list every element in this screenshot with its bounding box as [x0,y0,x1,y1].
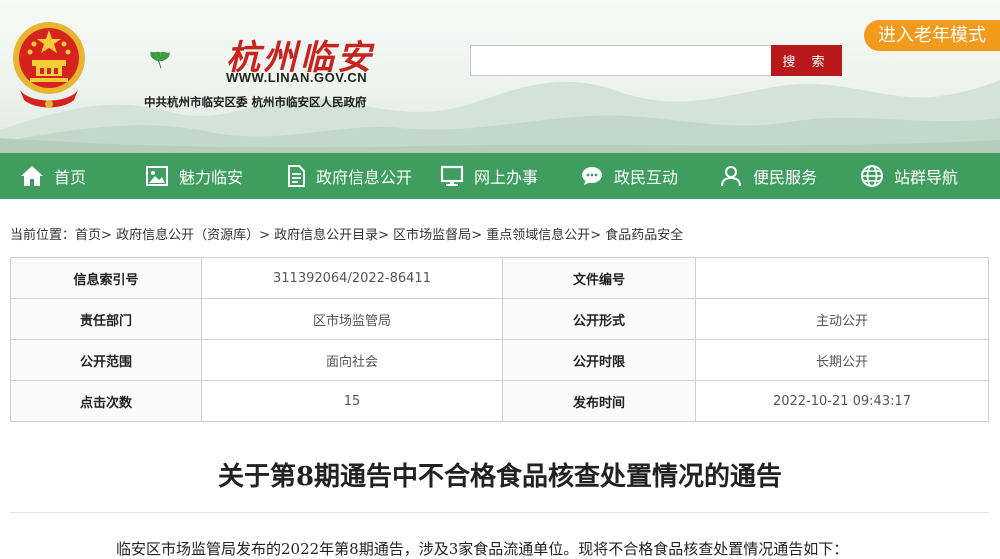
monitor-icon [440,165,464,186]
nav-item-label: 魅力临安 [179,168,244,187]
info-table: 信息索引号 311392064/2022-86411 文件编号 责任部门 区市场… [10,257,989,422]
info-key: 点击次数 [10,380,202,422]
info-value: 长期公开 [695,339,989,381]
nav-item-label: 网上办事 [474,168,539,187]
info-key: 文件编号 [502,257,696,299]
info-key: 公开形式 [502,298,696,340]
picture-icon [146,166,168,186]
national-emblem-icon [13,22,85,108]
breadcrumb: 当前位置：首页> 政府信息公开（资源库）> 政府信息公开目录> 区市场监督局> … [10,224,683,243]
elder-mode-button[interactable]: 进入老年模式 [864,20,1000,51]
info-key: 信息索引号 [10,257,202,299]
info-key: 责任部门 [10,298,202,340]
main-nav: 首页 魅力临安 政府信息公开 网上办事 政民互动 便民服务 站群导航 [0,153,1000,199]
info-key: 公开范围 [10,339,202,381]
globe-icon [861,165,883,187]
breadcrumb-link-market-bureau[interactable]: 区市场监督局 [393,228,471,243]
search-input[interactable] [470,45,772,76]
ginkgo-leaf-logo-icon [150,51,170,69]
article-title: 关于第8期通告中不合格食品核查处置情况的通告 [217,462,783,492]
breadcrumb-link-gov-info[interactable]: 政府信息公开（资源库） [116,228,259,243]
breadcrumb-link-key-areas[interactable]: 重点领域信息公开 [486,228,590,243]
info-key: 公开时限 [502,339,696,381]
nav-item-public-service[interactable]: 便民服务 [719,153,817,199]
table-row: 公开范围 面向社会 公开时限 长期公开 [10,339,989,381]
info-value [695,257,989,299]
info-key: 发布时间 [502,380,696,422]
table-row: 责任部门 区市场监管局 公开形式 主动公开 [10,298,989,340]
nav-item-label: 站群导航 [894,168,959,187]
nav-item-interaction[interactable]: 政民互动 [580,153,678,199]
nav-item-label: 首页 [54,168,87,187]
site-url: WWW.LINAN.GOV.CN [226,70,368,85]
search-button[interactable]: 搜 索 [771,45,842,76]
organization-line: 中共杭州市临安区委 杭州市临安区人民政府 [144,95,367,109]
info-value: 主动公开 [695,298,989,340]
breadcrumb-separator: > [590,228,606,243]
info-value: 面向社会 [201,339,503,381]
site-header: 杭州临安 WWW.LINAN.GOV.CN 中共杭州市临安区委 杭州市临安区人民… [0,0,1000,153]
table-row: 信息索引号 311392064/2022-86411 文件编号 [10,257,989,299]
nav-item-gov-info[interactable]: 政府信息公开 [284,153,412,199]
article-paragraph: 临安区市场监管局发布的2022年第8期通告，涉及3家食品流通单位。现将不合格食品… [116,540,849,558]
breadcrumb-link-home[interactable]: 首页 [75,228,101,243]
breadcrumb-separator: > [471,228,487,243]
nav-item-label: 政府信息公开 [316,168,413,187]
info-value: 15 [201,380,503,422]
breadcrumb-separator: > [378,228,394,243]
nav-item-home[interactable]: 首页 [20,153,86,199]
table-row: 点击次数 15 发布时间 2022-10-21 09:43:17 [10,380,989,422]
document-icon [288,165,305,187]
breadcrumb-separator: > [101,228,117,243]
breadcrumb-separator: > [259,228,275,243]
info-value: 区市场监管局 [201,298,503,340]
info-value: 311392064/2022-86411 [201,257,503,299]
divider [10,512,989,513]
breadcrumb-colon: ： [62,228,76,243]
user-icon [721,166,741,187]
nav-item-label: 政民互动 [614,168,679,187]
breadcrumb-link-catalog[interactable]: 政府信息公开目录 [274,228,378,243]
nav-item-charm[interactable]: 魅力临安 [145,153,243,199]
home-icon [21,166,43,186]
nav-item-label: 便民服务 [753,168,818,187]
info-value: 2022-10-21 09:43:17 [695,380,989,422]
breadcrumb-link-food-safety[interactable]: 食品药品安全 [605,228,683,243]
nav-item-site-nav[interactable]: 站群导航 [860,153,958,199]
breadcrumb-prefix: 当前位置 [10,228,63,243]
chat-icon [582,167,602,185]
nav-item-online-service[interactable]: 网上办事 [440,153,538,199]
